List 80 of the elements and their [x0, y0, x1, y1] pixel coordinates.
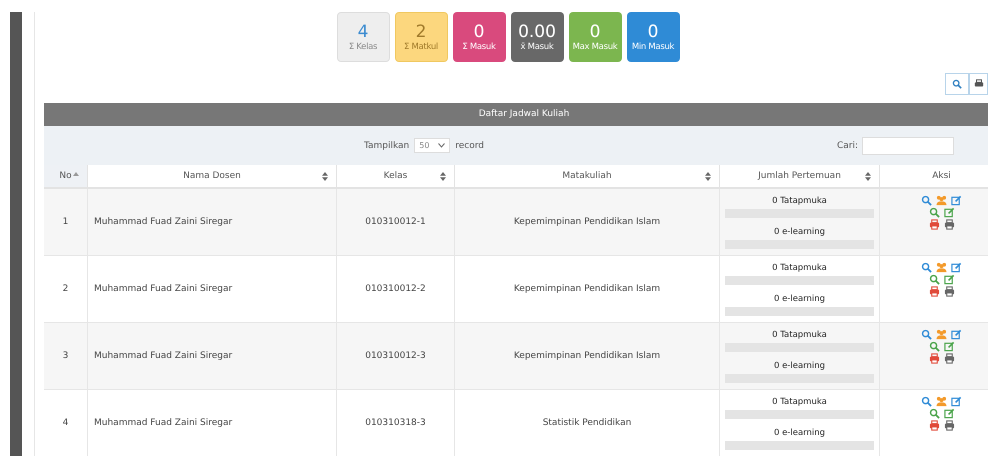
stat-label: Min Masuk: [632, 42, 674, 52]
column-header[interactable]: Jumlah Pertemuan: [720, 165, 880, 189]
table-cell: Kepemimpinan Pendidikan Islam: [455, 189, 720, 256]
zoom-icon[interactable]: [928, 341, 940, 352]
sort-icon[interactable]: [865, 172, 871, 180]
sort-icon[interactable]: [322, 172, 328, 180]
table-cell: Muhammad Fuad Zaini Siregar: [88, 390, 337, 456]
print-icon[interactable]: [928, 420, 940, 431]
search-label: Cari:: [836, 140, 858, 150]
stat-label: Σ Kelas: [348, 42, 378, 52]
zoom-icon[interactable]: [921, 396, 932, 407]
stat-label: Max Masuk: [572, 42, 618, 52]
stat-value: 0: [474, 22, 484, 42]
column-header[interactable]: Nama Dosen: [88, 165, 337, 189]
table-cell: Muhammad Fuad Zaini Siregar: [88, 323, 337, 390]
caret-icon: [438, 143, 446, 148]
print-icon[interactable]: [928, 286, 940, 297]
group-icon[interactable]: [936, 262, 947, 273]
print-icon[interactable]: [928, 219, 940, 230]
edit-icon[interactable]: [944, 207, 954, 218]
table-cell: 1: [44, 189, 88, 256]
search-icon[interactable]: [952, 79, 962, 89]
edit-icon[interactable]: [951, 329, 962, 340]
zoom-icon[interactable]: [928, 274, 940, 285]
stat-label: Σ Matkul: [404, 42, 438, 52]
stat-value: 0: [590, 22, 600, 42]
print-icon[interactable]: [944, 286, 954, 297]
zoom-icon[interactable]: [921, 329, 932, 340]
stat-value: 2: [416, 22, 426, 42]
print-icon[interactable]: [944, 420, 954, 431]
column-header[interactable]: Kelas: [337, 165, 455, 189]
table-cell: 010310318-3: [337, 390, 455, 456]
stat-label: x̄ Masuk: [520, 42, 554, 52]
table-cell: 010310012-1: [337, 189, 455, 256]
edit-icon[interactable]: [951, 396, 962, 407]
table-cell: 3: [44, 323, 88, 390]
print-icon[interactable]: [928, 353, 940, 364]
zoom-icon[interactable]: [928, 408, 940, 419]
print-icon: [974, 79, 984, 89]
edit-icon[interactable]: [951, 195, 962, 206]
print-button[interactable]: [969, 73, 988, 95]
column-header[interactable]: No: [44, 165, 88, 189]
stat-value: 4: [358, 22, 368, 42]
table-cell: Muhammad Fuad Zaini Siregar: [88, 189, 337, 256]
meeting-count: 0 e-learning: [772, 427, 826, 439]
sort-icon[interactable]: [440, 172, 446, 180]
print-icon[interactable]: [944, 219, 954, 230]
edit-icon[interactable]: [944, 341, 954, 352]
zoom-icon[interactable]: [921, 262, 932, 273]
group-icon[interactable]: [936, 396, 947, 407]
edit-icon[interactable]: [944, 274, 954, 285]
length-label: Tampilkan: [364, 140, 410, 150]
meeting-count: 0 Tatapmuka: [771, 195, 828, 207]
meeting-count: 0 Tatapmuka: [771, 329, 828, 341]
meeting-count: 0 e-learning: [772, 226, 826, 238]
search-field[interactable]: [862, 136, 954, 154]
length-label: record: [455, 140, 484, 150]
meeting-count: 0 e-learning: [772, 293, 826, 305]
edit-icon[interactable]: [951, 262, 962, 273]
table-cell: 010310012-3: [337, 323, 455, 390]
table-cell: Kepemimpinan Pendidikan Islam: [455, 323, 720, 390]
meeting-count: 0 Tatapmuka: [771, 396, 828, 408]
stat-label: Σ Masuk: [462, 42, 496, 52]
meeting-count: 0 Tatapmuka: [771, 262, 828, 274]
table-cell: 4: [44, 390, 88, 456]
search-button[interactable]: [945, 73, 969, 95]
sort-icon[interactable]: [705, 172, 711, 180]
group-icon[interactable]: [936, 329, 947, 340]
page-length-select[interactable]: 50: [414, 138, 450, 153]
edit-icon[interactable]: [944, 408, 954, 419]
meeting-count: 0 e-learning: [772, 360, 826, 372]
stat-value: 0: [648, 22, 658, 42]
table-cell: Statistik Pendidikan: [455, 390, 720, 456]
table-title: Daftar Jadwal Kuliah: [44, 103, 988, 126]
column-header[interactable]: Matakuliah: [455, 165, 720, 189]
zoom-icon[interactable]: [921, 195, 932, 206]
print-icon[interactable]: [944, 353, 954, 364]
stat-value: 0.00: [518, 22, 556, 42]
zoom-icon[interactable]: [928, 207, 940, 218]
group-icon[interactable]: [936, 195, 947, 206]
